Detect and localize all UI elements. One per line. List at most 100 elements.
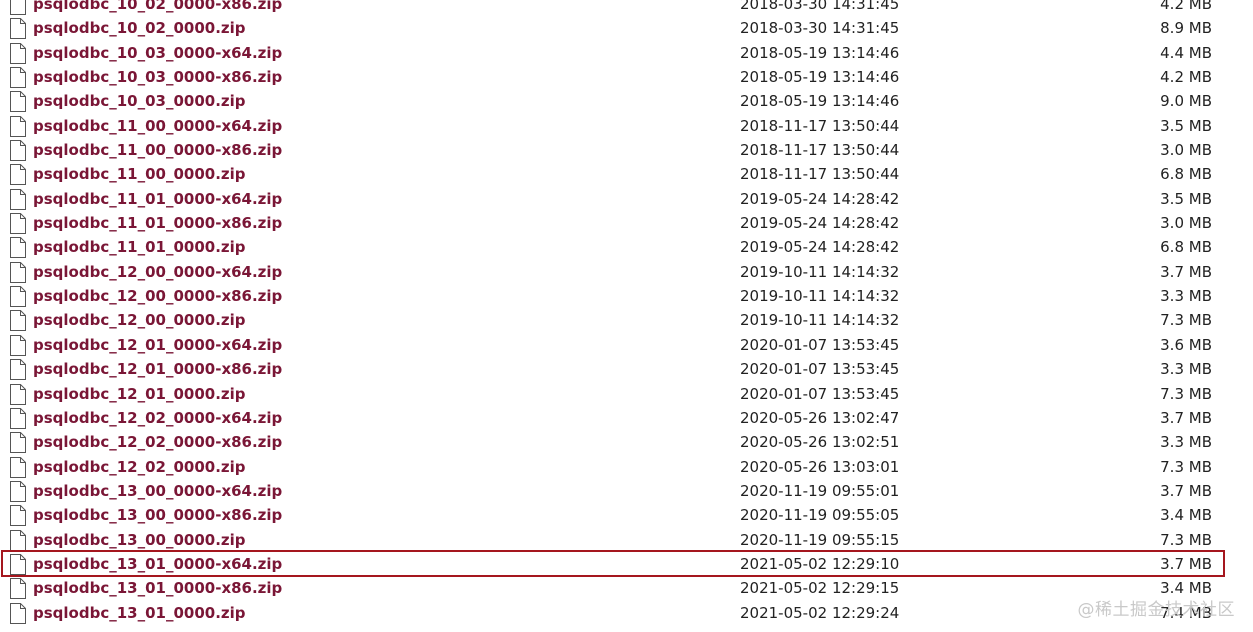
file-link[interactable]: psqlodbc_11_01_0000.zip <box>33 235 246 259</box>
file-size: 3.0 MB <box>1160 214 1212 233</box>
file-link[interactable]: psqlodbc_12_02_0000.zip <box>33 455 246 479</box>
file-date: 2018-11-17 13:50:44 <box>740 165 900 184</box>
file-row[interactable]: psqlodbc_11_01_0000-x86.zip 2019-05-24 1… <box>0 211 1253 235</box>
file-link[interactable]: psqlodbc_12_02_0000-x64.zip <box>33 406 282 430</box>
file-icon <box>8 18 28 40</box>
file-date: 2019-10-11 14:14:32 <box>740 262 900 281</box>
file-row[interactable]: psqlodbc_12_01_0000-x64.zip 2020-01-07 1… <box>0 333 1253 357</box>
watermark: @稀土掘金技术社区 <box>1077 600 1235 620</box>
file-link[interactable]: psqlodbc_13_00_0000.zip <box>33 528 246 552</box>
file-icon <box>8 359 28 381</box>
file-icon <box>8 261 28 283</box>
file-size: 4.2 MB <box>1160 0 1212 13</box>
file-row[interactable]: psqlodbc_13_00_0000-x86.zip 2020-11-19 0… <box>0 503 1253 527</box>
file-date: 2020-05-26 13:02:51 <box>740 433 900 452</box>
file-date: 2020-01-07 13:53:45 <box>740 360 900 379</box>
file-row[interactable]: psqlodbc_13_01_0000.zip 2021-05-02 12:29… <box>0 601 1253 625</box>
file-link[interactable]: psqlodbc_10_03_0000-x64.zip <box>33 41 282 65</box>
file-link[interactable]: psqlodbc_12_01_0000-x86.zip <box>33 357 282 381</box>
file-size: 3.7 MB <box>1160 554 1212 573</box>
file-date: 2018-11-17 13:50:44 <box>740 141 900 160</box>
file-icon <box>8 432 28 454</box>
file-row[interactable]: psqlodbc_13_01_0000-x86.zip 2021-05-02 1… <box>0 576 1253 600</box>
file-row[interactable]: psqlodbc_12_01_0000-x86.zip 2020-01-07 1… <box>0 357 1253 381</box>
file-row[interactable]: psqlodbc_13_00_0000-x64.zip 2020-11-19 0… <box>0 479 1253 503</box>
file-date: 2019-10-11 14:14:32 <box>740 287 900 306</box>
file-row[interactable]: psqlodbc_12_02_0000.zip 2020-05-26 13:03… <box>0 455 1253 479</box>
file-date: 2020-05-26 13:03:01 <box>740 457 900 476</box>
file-size: 7.3 MB <box>1160 457 1212 476</box>
file-row[interactable]: psqlodbc_12_02_0000-x86.zip 2020-05-26 1… <box>0 430 1253 454</box>
file-size: 9.0 MB <box>1160 92 1212 111</box>
file-icon <box>8 334 28 356</box>
file-icon <box>8 505 28 527</box>
file-icon <box>8 480 28 502</box>
file-icon <box>8 91 28 113</box>
file-date: 2018-05-19 13:14:46 <box>740 43 900 62</box>
file-link[interactable]: psqlodbc_11_00_0000-x86.zip <box>33 138 282 162</box>
file-size: 7.3 MB <box>1160 530 1212 549</box>
file-link[interactable]: psqlodbc_11_00_0000-x64.zip <box>33 114 282 138</box>
file-icon <box>8 578 28 600</box>
file-row[interactable]: psqlodbc_10_03_0000.zip 2018-05-19 13:14… <box>0 89 1253 113</box>
file-link[interactable]: psqlodbc_10_02_0000.zip <box>33 16 246 40</box>
file-link[interactable]: psqlodbc_12_01_0000.zip <box>33 382 246 406</box>
file-row[interactable]: psqlodbc_13_00_0000.zip 2020-11-19 09:55… <box>0 528 1253 552</box>
file-icon <box>8 602 28 624</box>
file-row[interactable]: psqlodbc_12_00_0000.zip 2019-10-11 14:14… <box>0 308 1253 332</box>
file-size: 6.8 MB <box>1160 238 1212 257</box>
file-link[interactable]: psqlodbc_12_00_0000-x86.zip <box>33 284 282 308</box>
file-date: 2021-05-02 12:29:24 <box>740 603 900 622</box>
file-link[interactable]: psqlodbc_12_02_0000-x86.zip <box>33 430 282 454</box>
file-link[interactable]: psqlodbc_11_01_0000-x86.zip <box>33 211 282 235</box>
file-row[interactable]: psqlodbc_11_01_0000.zip 2019-05-24 14:28… <box>0 235 1253 259</box>
file-row[interactable]: psqlodbc_11_00_0000-x64.zip 2018-11-17 1… <box>0 114 1253 138</box>
file-link[interactable]: psqlodbc_10_03_0000.zip <box>33 89 246 113</box>
file-icon <box>8 164 28 186</box>
file-size: 3.7 MB <box>1160 408 1212 427</box>
file-link[interactable]: psqlodbc_10_03_0000-x86.zip <box>33 65 282 89</box>
file-link[interactable]: psqlodbc_13_01_0000.zip <box>33 601 246 625</box>
file-link[interactable]: psqlodbc_13_00_0000-x86.zip <box>33 503 282 527</box>
file-icon <box>8 237 28 259</box>
file-row[interactable]: psqlodbc_11_01_0000-x64.zip 2019-05-24 1… <box>0 187 1253 211</box>
file-link[interactable]: psqlodbc_13_01_0000-x86.zip <box>33 576 282 600</box>
file-link[interactable]: psqlodbc_12_01_0000-x64.zip <box>33 333 282 357</box>
file-icon <box>8 310 28 332</box>
file-size: 3.5 MB <box>1160 116 1212 135</box>
file-icon <box>8 286 28 308</box>
file-row[interactable]: psqlodbc_10_02_0000.zip 2018-03-30 14:31… <box>0 16 1253 40</box>
file-row[interactable]: psqlodbc_12_00_0000-x64.zip 2019-10-11 1… <box>0 260 1253 284</box>
file-date: 2019-05-24 14:28:42 <box>740 189 900 208</box>
file-row[interactable]: psqlodbc_12_02_0000-x64.zip 2020-05-26 1… <box>0 406 1253 430</box>
file-size: 8.9 MB <box>1160 19 1212 38</box>
file-link[interactable]: psqlodbc_11_00_0000.zip <box>33 162 246 186</box>
file-row[interactable]: psqlodbc_10_02_0000-x86.zip 2018-03-30 1… <box>0 0 1253 16</box>
file-row[interactable]: psqlodbc_10_03_0000-x86.zip 2018-05-19 1… <box>0 65 1253 89</box>
file-row[interactable]: psqlodbc_10_03_0000-x64.zip 2018-05-19 1… <box>0 41 1253 65</box>
file-link[interactable]: psqlodbc_13_00_0000-x64.zip <box>33 479 282 503</box>
file-date: 2018-03-30 14:31:45 <box>740 0 900 13</box>
file-size: 3.7 MB <box>1160 481 1212 500</box>
file-size: 3.4 MB <box>1160 506 1212 525</box>
file-link[interactable]: psqlodbc_12_00_0000-x64.zip <box>33 260 282 284</box>
file-row-highlighted[interactable]: psqlodbc_13_01_0000-x64.zip 2021-05-02 1… <box>0 552 1253 576</box>
file-row[interactable]: psqlodbc_12_00_0000-x86.zip 2019-10-11 1… <box>0 284 1253 308</box>
file-link[interactable]: psqlodbc_11_01_0000-x64.zip <box>33 187 282 211</box>
file-row[interactable]: psqlodbc_11_00_0000.zip 2018-11-17 13:50… <box>0 162 1253 186</box>
file-icon <box>8 529 28 551</box>
file-link[interactable]: psqlodbc_10_02_0000-x86.zip <box>33 0 282 16</box>
file-icon <box>8 140 28 162</box>
file-row[interactable]: psqlodbc_12_01_0000.zip 2020-01-07 13:53… <box>0 382 1253 406</box>
file-link[interactable]: psqlodbc_13_01_0000-x64.zip <box>33 552 282 576</box>
file-listing: psqlodbc_10_02_0000-x86.zip 2018-03-30 1… <box>0 0 1253 625</box>
file-date: 2019-10-11 14:14:32 <box>740 311 900 330</box>
file-date: 2020-01-07 13:53:45 <box>740 384 900 403</box>
file-icon <box>8 407 28 429</box>
file-icon <box>8 553 28 575</box>
file-date: 2018-03-30 14:31:45 <box>740 19 900 38</box>
file-size: 3.6 MB <box>1160 335 1212 354</box>
file-date: 2018-05-19 13:14:46 <box>740 68 900 87</box>
file-link[interactable]: psqlodbc_12_00_0000.zip <box>33 308 246 332</box>
file-row[interactable]: psqlodbc_11_00_0000-x86.zip 2018-11-17 1… <box>0 138 1253 162</box>
